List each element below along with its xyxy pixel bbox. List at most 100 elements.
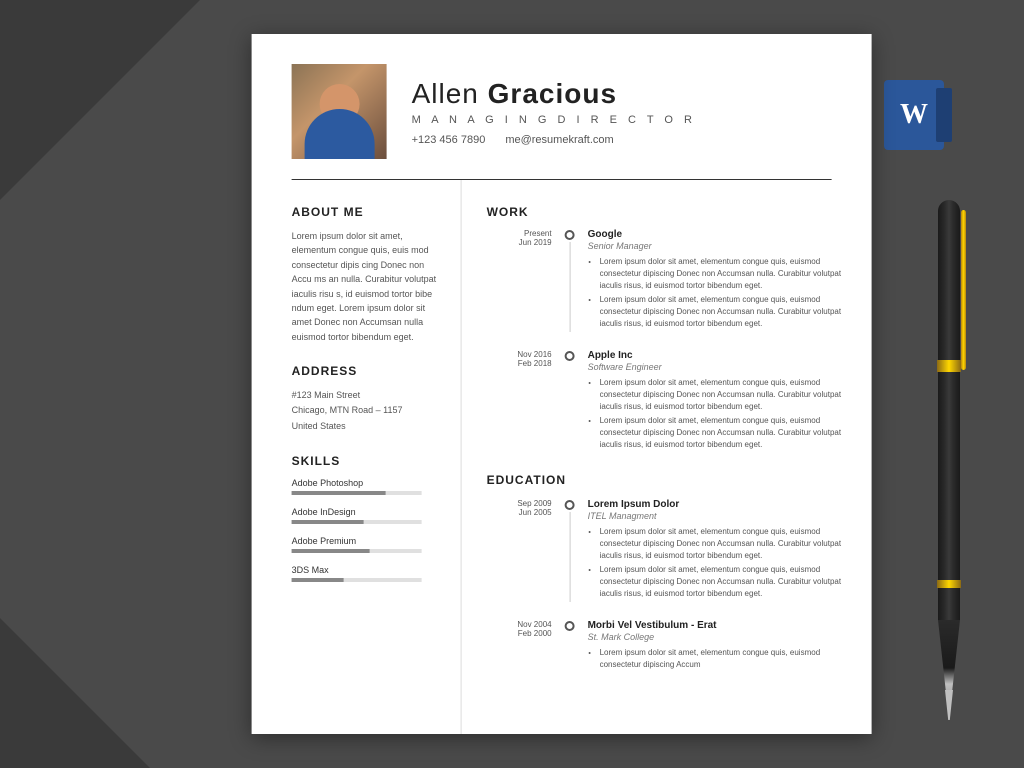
education-section-title: EDUCATION <box>487 473 842 487</box>
bullet-list: Lorem ipsum dolor sit amet, elementum co… <box>588 377 842 451</box>
timeline-dot-col <box>562 229 578 332</box>
resume-header: Allen Gracious M A N A G I N G D I R E C… <box>252 34 872 179</box>
timeline-dot-col <box>562 350 578 453</box>
timeline-content: Lorem Ipsum Dolor ITEL Managment Lorem i… <box>588 499 842 602</box>
job-title-text: Senior Manager <box>588 241 842 251</box>
word-icon[interactable]: W <box>884 80 944 150</box>
bullet-item: Lorem ipsum dolor sit amet, elementum co… <box>600 647 842 671</box>
full-name: Allen Gracious <box>412 78 832 110</box>
skill-name: Adobe Photoshop <box>292 478 441 488</box>
pen-band2 <box>937 580 961 588</box>
job-title: M A N A G I N G D I R E C T O R <box>412 114 832 126</box>
timeline-dates: Nov 2004 Feb 2000 <box>487 620 552 673</box>
work-section-title: WORK <box>487 205 842 219</box>
skill-name: Adobe InDesign <box>292 507 441 517</box>
education-timeline: Sep 2009 Jun 2005 Lorem Ipsum Dolor ITEL… <box>487 499 842 673</box>
skill-bar-fill <box>292 491 386 495</box>
education-section: EDUCATION Sep 2009 Jun 2005 Lorem Ipsum … <box>487 473 842 673</box>
timeline-item: Nov 2016 Feb 2018 Apple Inc Software Eng… <box>487 350 842 453</box>
address-text: #123 Main Street Chicago, MTN Road – 115… <box>292 388 441 434</box>
header-info: Allen Gracious M A N A G I N G D I R E C… <box>412 78 832 146</box>
skill-bar-fill <box>292 578 344 582</box>
right-column: WORK Present Jun 2019 Google Senior Mana… <box>462 180 872 734</box>
resume-page: Allen Gracious M A N A G I N G D I R E C… <box>252 34 872 734</box>
resume-body: ABOUT ME Lorem ipsum dolor sit amet, ele… <box>252 180 872 734</box>
timeline-content: Morbi Vel Vestibulum - Erat St. Mark Col… <box>588 620 842 673</box>
bullet-item: Lorem ipsum dolor sit amet, elementum co… <box>600 294 842 330</box>
timeline-dates: Nov 2016 Feb 2018 <box>487 350 552 453</box>
timeline-dot <box>565 230 575 240</box>
pen-tip <box>938 620 960 700</box>
pen-nib <box>945 690 953 720</box>
company-name: Apple Inc <box>588 350 842 361</box>
date-bottom: Jun 2005 <box>487 508 552 517</box>
skill-bar-bg <box>292 549 422 553</box>
pen-decoration <box>929 200 969 720</box>
date-top: Sep 2009 <box>487 499 552 508</box>
timeline-item: Nov 2004 Feb 2000 Morbi Vel Vestibulum -… <box>487 620 842 673</box>
word-icon-label: W <box>900 99 928 131</box>
timeline-content: Google Senior Manager Lorem ipsum dolor … <box>588 229 842 332</box>
date-top: Nov 2016 <box>487 350 552 359</box>
pen-band1 <box>937 360 961 372</box>
skill-item: Adobe InDesign <box>292 507 441 524</box>
bullet-item: Lorem ipsum dolor sit amet, elementum co… <box>600 526 842 562</box>
pen-clip <box>961 210 966 370</box>
job-title-text: Software Engineer <box>588 362 842 372</box>
skill-bar-bg <box>292 578 422 582</box>
profile-photo <box>292 64 387 159</box>
date-bottom: Feb 2000 <box>487 629 552 638</box>
contact-info: +123 456 7890 me@resumekraft.com <box>412 134 832 146</box>
skill-bar-fill <box>292 520 364 524</box>
address-line2: Chicago, MTN Road – 1157 <box>292 403 441 418</box>
timeline-dot-col <box>562 499 578 602</box>
timeline-item: Present Jun 2019 Google Senior Manager L… <box>487 229 842 332</box>
work-timeline: Present Jun 2019 Google Senior Manager L… <box>487 229 842 453</box>
date-bottom: Jun 2019 <box>487 238 552 247</box>
timeline-item: Sep 2009 Jun 2005 Lorem Ipsum Dolor ITEL… <box>487 499 842 602</box>
address-line1: #123 Main Street <box>292 388 441 403</box>
skill-item: Adobe Photoshop <box>292 478 441 495</box>
skill-item: Adobe Premium <box>292 536 441 553</box>
last-name: Gracious <box>488 78 617 109</box>
skill-item: 3DS Max <box>292 565 441 582</box>
skill-name: Adobe Premium <box>292 536 441 546</box>
bullet-list: Lorem ipsum dolor sit amet, elementum co… <box>588 647 842 671</box>
timeline-dot <box>565 621 575 631</box>
pen-body <box>938 200 960 620</box>
bullet-item: Lorem ipsum dolor sit amet, elementum co… <box>600 256 842 292</box>
work-section: WORK Present Jun 2019 Google Senior Mana… <box>487 205 842 453</box>
company-name: Google <box>588 229 842 240</box>
timeline-dates: Present Jun 2019 <box>487 229 552 332</box>
address-line3: United States <box>292 419 441 434</box>
timeline-content: Apple Inc Software Engineer Lorem ipsum … <box>588 350 842 453</box>
left-column: ABOUT ME Lorem ipsum dolor sit amet, ele… <box>252 180 462 734</box>
date-top: Nov 2004 <box>487 620 552 629</box>
company-name: Morbi Vel Vestibulum - Erat <box>588 620 842 631</box>
date-top: Present <box>487 229 552 238</box>
bullet-list: Lorem ipsum dolor sit amet, elementum co… <box>588 256 842 330</box>
timeline-dot-col <box>562 620 578 673</box>
bullet-item: Lorem ipsum dolor sit amet, elementum co… <box>600 377 842 413</box>
timeline-line <box>569 512 570 602</box>
timeline-dot <box>565 351 575 361</box>
timeline-line <box>569 242 570 332</box>
skill-name: 3DS Max <box>292 565 441 575</box>
about-section-title: ABOUT ME <box>292 205 441 219</box>
first-name: Allen <box>412 78 479 109</box>
job-title-text: St. Mark College <box>588 632 842 642</box>
email: me@resumekraft.com <box>505 134 613 146</box>
date-bottom: Feb 2018 <box>487 359 552 368</box>
bullet-item: Lorem ipsum dolor sit amet, elementum co… <box>600 564 842 600</box>
phone: +123 456 7890 <box>412 134 486 146</box>
timeline-dates: Sep 2009 Jun 2005 <box>487 499 552 602</box>
bullet-item: Lorem ipsum dolor sit amet, elementum co… <box>600 415 842 451</box>
about-text: Lorem ipsum dolor sit amet, elementum co… <box>292 229 441 344</box>
skills-list: Adobe Photoshop Adobe InDesign Adobe Pre… <box>292 478 441 582</box>
skill-bar-bg <box>292 520 422 524</box>
skill-bar-bg <box>292 491 422 495</box>
skill-bar-fill <box>292 549 370 553</box>
company-name: Lorem Ipsum Dolor <box>588 499 842 510</box>
skills-section-title: SKILLS <box>292 454 441 468</box>
bullet-list: Lorem ipsum dolor sit amet, elementum co… <box>588 526 842 600</box>
